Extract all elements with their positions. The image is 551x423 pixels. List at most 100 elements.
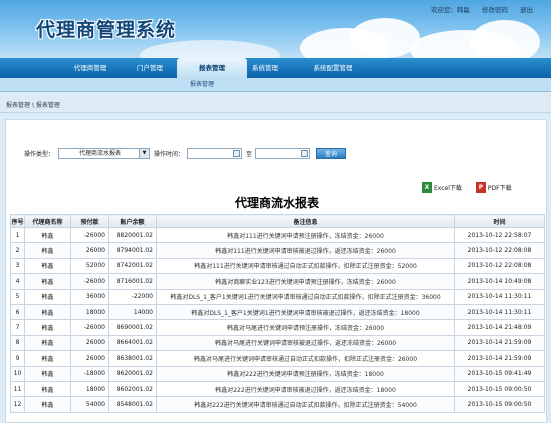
table-cell: 18000	[70, 303, 109, 321]
table-cell: 韩鑫	[24, 303, 71, 321]
table-cell: -18000	[70, 365, 109, 382]
table-cell: 2013-10-12 22:08:08	[454, 242, 545, 259]
table-cell: 2013-10-15 09:41:49	[454, 365, 545, 382]
table-cell: 韩鑫	[24, 242, 71, 259]
table-cell: 26000	[70, 334, 109, 352]
end-date-input[interactable]	[255, 147, 311, 159]
table-cell: 8716001.02	[108, 273, 157, 290]
table-row: 7 韩鑫 -26000 8690001.02 韩鑫对马尾进行关键词申请预注册操作，冻结资…	[10, 319, 545, 336]
nav-portal-management[interactable]: 门户管理	[115, 58, 185, 78]
filter-bar: 操作类型： 代理商流水报表 ▼ 操作时间： 至 查询	[24, 147, 347, 159]
table-cell: 韩鑫对马尾进行关键词申请审核被退过操作，返还冻结资金：26000	[156, 334, 455, 352]
table-cell: 2013-10-12 22:08:08	[454, 257, 545, 275]
top-links: 欢迎您：韩磊 修改密码 退出	[421, 4, 533, 14]
table-cell: 韩鑫对111进行关键词申请预注册操作，冻结资金：26000	[156, 226, 455, 244]
table-row: 8 韩鑫 26000 8664001.02 韩鑫对马尾进行关键词申请审核被退过操作，返还…	[10, 334, 545, 352]
table-cell: 8548001.02	[108, 396, 157, 413]
subnav-report-management[interactable]: 报表管理	[190, 78, 214, 92]
table-cell: 9	[10, 350, 25, 367]
logout-link[interactable]: 退出	[520, 6, 533, 14]
table-cell: 韩鑫	[24, 273, 71, 290]
table-cell: 韩鑫	[24, 226, 71, 244]
table-cell: 韩鑫	[24, 319, 71, 336]
time-label: 操作时间：	[154, 150, 185, 158]
table-row: 2 韩鑫 26000 8794001.02 韩鑫对111进行关键词申请审核被退过操作，返…	[10, 242, 545, 259]
table-cell: 2013-10-14 10:49:08	[454, 273, 545, 290]
content-panel: 操作类型： 代理商流水报表 ▼ 操作时间： 至 查询 X Excel下载 P P…	[5, 119, 547, 423]
main-nav: 代理商管理 门户管理 报表管理 系统管理 系统配置管理	[0, 58, 551, 78]
table-cell: 2	[10, 242, 25, 259]
table-cell: 2013-10-14 21:48:09	[454, 319, 545, 336]
table-cell: 18000	[70, 380, 109, 398]
table-cell: 2013-10-14 21:59:09	[454, 334, 545, 352]
table-cell: 54000	[70, 396, 109, 413]
table-cell: 3	[10, 257, 25, 275]
table-cell: 2013-10-14 11:30:11	[454, 303, 545, 321]
query-button[interactable]: 查询	[316, 147, 347, 159]
col-header: 账户余额	[108, 214, 157, 228]
excel-icon[interactable]: X	[422, 182, 432, 193]
table-row: 3 韩鑫 52000 8742001.02 韩鑫对111进行关键词申请审核通过自动正式扣…	[10, 257, 545, 275]
type-select[interactable]: 代理商流水报表 ▼	[58, 147, 151, 159]
report-table: 序号 代理商名称 预付款 账户余额 备注信息 时间 1 韩鑫 -26000 88200…	[10, 214, 545, 413]
table-row: 11 韩鑫 18000 8602001.02 韩鑫对222进行关键词申请审核被退过操作，…	[10, 380, 545, 398]
start-date-input[interactable]	[187, 147, 243, 159]
table-cell: 8820001.02	[108, 226, 157, 244]
header-banner: 代理商管理系统 欢迎您：韩磊 修改密码 退出	[0, 0, 551, 58]
table-cell: 52000	[70, 257, 109, 275]
table-cell: 韩鑫对DLS_1_客户1关键词1进行关键词申请审核被退过操作，返还冻结资金：18…	[156, 303, 455, 321]
table-cell: -26000	[70, 273, 109, 290]
table-cell: 韩鑫对111进行关键词申请审核被退过操作，返还冻结资金：26000	[156, 242, 455, 259]
table-cell: 8742001.02	[108, 257, 157, 275]
table-cell: 韩鑫对DLS_1_客户1关键词1进行关键词申请审核通过自动正式扣款操作，扣除正式…	[156, 288, 455, 305]
chevron-down-icon[interactable]: ▼	[139, 148, 150, 158]
excel-download-link[interactable]: Excel下载	[434, 183, 462, 192]
table-cell: 8602001.02	[108, 380, 157, 398]
pdf-icon[interactable]: P	[475, 182, 486, 193]
table-cell: 韩鑫	[24, 350, 71, 367]
table-cell: 12	[10, 396, 25, 413]
table-cell: 36000	[70, 288, 109, 305]
table-cell: 5	[10, 288, 25, 305]
table-cell: 10	[10, 365, 25, 382]
table-cell: 韩鑫对222进行关键词申请审核被退过操作，返还冻结资金：18000	[156, 380, 455, 398]
table-row: 9 韩鑫 26000 8638001.02 韩鑫对马尾进行关键词申请审核通过自动正式扣款…	[10, 350, 545, 367]
to-label: 至	[246, 150, 253, 158]
table-cell: 8664001.02	[108, 334, 157, 352]
breadcrumb: 报表管理 \ 报表管理	[6, 102, 60, 109]
pdf-download-link[interactable]: PDF下载	[488, 183, 512, 192]
app-title: 代理商管理系统	[36, 19, 177, 41]
export-bar: X Excel下载 P PDF下载	[422, 182, 512, 193]
table-cell: 韩鑫	[24, 380, 71, 398]
table-cell: 14000	[108, 303, 157, 321]
table-cell: 2013-10-15 09:00:50	[454, 396, 545, 413]
nav-system-management[interactable]: 系统管理	[230, 58, 300, 78]
table-cell: 11	[10, 380, 25, 398]
table-cell: 4	[10, 273, 25, 290]
table-cell: 26000	[70, 242, 109, 259]
table-cell: 1	[10, 226, 25, 244]
table-cell: 韩鑫	[24, 288, 71, 305]
table-cell: 8638001.02	[108, 350, 157, 367]
welcome-text: 欢迎您：韩磊	[430, 6, 470, 14]
calendar-icon[interactable]	[233, 149, 241, 157]
table-cell: 韩鑫对222进行关键词申请预注册操作，冻结资金：18000	[156, 365, 455, 382]
table-cell: 2013-10-12 22:58:07	[454, 226, 545, 244]
table-cell: 8	[10, 334, 25, 352]
table-cell: 2013-10-14 11:30:11	[454, 288, 545, 305]
table-row: 10 韩鑫 -18000 8620001.02 韩鑫对222进行关键词申请预注册操作，冻…	[10, 365, 545, 382]
table-cell: 韩鑫	[24, 365, 71, 382]
table-cell: 韩鑫对商聊实业123进行关键词申请预注册操作，冻结资金：26000	[156, 273, 455, 290]
table-cell: 韩鑫对222进行关键词申请审核通过自动正式扣款操作，扣除正式注册资金：54000	[156, 396, 455, 413]
type-select-value: 代理商流水报表	[79, 149, 122, 157]
col-header: 序号	[10, 214, 25, 228]
table-row: 4 韩鑫 -26000 8716001.02 韩鑫对商聊实业123进行关键词申请预注册操…	[10, 273, 545, 290]
table-cell: 韩鑫对111进行关键词申请审核通过自动正式扣款操作，扣除正式注册资金：52000	[156, 257, 455, 275]
table-row: 5 韩鑫 36000 -22000 韩鑫对DLS_1_客户1关键词1进行关键词申请审核通…	[10, 288, 545, 305]
col-header: 代理商名称	[24, 214, 71, 228]
nav-system-config[interactable]: 系统配置管理	[293, 58, 373, 78]
change-password-link[interactable]: 修改密码	[482, 6, 508, 14]
col-header: 备注信息	[156, 214, 455, 228]
calendar-icon[interactable]	[301, 149, 309, 157]
type-label: 操作类型：	[24, 150, 55, 158]
